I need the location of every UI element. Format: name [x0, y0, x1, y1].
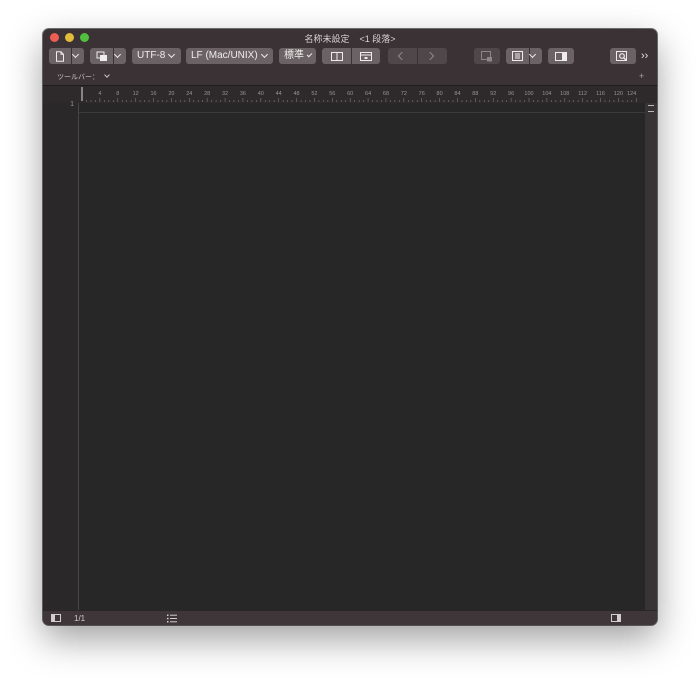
chevron-down-icon	[306, 51, 313, 57]
ruler-tick-label: 48	[293, 91, 299, 97]
line-ending-menu[interactable]: LF (Mac/UNIX)	[186, 48, 273, 64]
back-arrow-icon[interactable]	[397, 51, 407, 61]
navigator-menu[interactable]	[506, 48, 542, 64]
toolbar-label: ツールバー：	[57, 74, 99, 81]
split-pane-icon[interactable]	[360, 51, 372, 61]
layout-segmented-control	[322, 48, 380, 64]
copy-button[interactable]	[90, 48, 126, 64]
ruler-tick-label: 56	[329, 91, 335, 97]
encoding-label: UTF-8	[137, 50, 166, 61]
ruler-tick-label: 52	[311, 91, 317, 97]
current-line-highlight	[79, 103, 645, 113]
find-button[interactable]	[610, 48, 636, 64]
ruler-tick-label: 64	[365, 91, 371, 97]
ruler-tick-label: 80	[437, 91, 443, 97]
new-document-button[interactable]	[49, 48, 84, 64]
ruler-tick-label: 120	[614, 91, 623, 97]
ruler-tick-label: 28	[204, 91, 210, 97]
list-icon[interactable]	[167, 614, 177, 623]
status-bar: 1/1	[43, 610, 657, 625]
ruler-tick-label: 92	[490, 91, 496, 97]
ruler-tick-label: 68	[383, 91, 389, 97]
ruler-tick-label: 116	[596, 91, 605, 97]
toolbar: UTF-8 LF (Mac/UNIX) 標準 ››	[43, 47, 657, 69]
toolbar-overflow-button[interactable]: ››	[641, 48, 648, 64]
ruler-tick-label: 60	[347, 91, 353, 97]
encoding-menu[interactable]: UTF-8	[132, 48, 181, 64]
syntax-menu[interactable]: 標準	[279, 48, 316, 64]
ruler-tick-label: 84	[454, 91, 460, 97]
document-map-icon	[481, 50, 492, 61]
ruler-tick-label: 36	[240, 91, 246, 97]
ruler-tick-label: 88	[472, 91, 478, 97]
ruler-tick-label: 76	[419, 91, 425, 97]
ruler-tick-label: 104	[542, 91, 551, 97]
line-number-gutter: 1	[43, 101, 79, 610]
editor-area[interactable]: 1	[43, 101, 657, 610]
toolbar-customize-menu[interactable]: ツールバー：	[57, 72, 114, 82]
chevron-down-icon	[113, 50, 122, 58]
ruler-tick-label: 32	[222, 91, 228, 97]
sidebar-icon	[555, 51, 567, 61]
ruler-tick-label: 40	[258, 91, 264, 97]
copy-icon	[96, 51, 107, 61]
ruler-tick-label: 100	[524, 91, 533, 97]
ruler-tick-label: 108	[560, 91, 569, 97]
scroll-grip-icon[interactable]	[648, 105, 654, 112]
syntax-label: 標準	[284, 50, 304, 61]
ruler-tick-label: 44	[276, 91, 282, 97]
ruler-tick-label: 20	[168, 91, 174, 97]
ruler-tick-label: 8	[116, 91, 119, 97]
line-ending-label: LF (Mac/UNIX)	[191, 50, 258, 61]
find-icon	[616, 50, 627, 61]
forward-arrow-icon[interactable]	[425, 51, 435, 61]
document-map-button[interactable]	[474, 48, 500, 64]
ruler-tick-label: 112	[578, 91, 587, 97]
line-number: 1	[70, 101, 74, 108]
ruler-tick-label: 12	[133, 91, 139, 97]
editor-window: 名称未設定 <1 段落> UTF-8 LF (Mac/UNIX) 標準 ›› ツ…	[43, 29, 657, 625]
chevron-down-icon	[260, 50, 268, 58]
position-indicator: 1/1	[74, 614, 86, 623]
navigator-icon	[512, 51, 523, 61]
inspector-toggle-icon[interactable]	[611, 614, 621, 622]
vertical-scrollbar[interactable]	[645, 103, 657, 610]
ruler-tick-label: 124	[627, 91, 636, 97]
chevron-down-icon	[528, 50, 537, 58]
chevron-down-icon	[168, 50, 176, 58]
single-pane-icon[interactable]	[331, 51, 343, 61]
ruler-tick-label: 96	[508, 91, 514, 97]
title-bar: 名称未設定 <1 段落>	[43, 29, 657, 47]
document-icon	[56, 50, 64, 62]
ruler: 4 8 12 16 20 24 28 32 36 40 44 48 52 56 60 64 68 72 76 80 84…	[43, 85, 657, 104]
window-title: 名称未設定 <1 段落>	[304, 34, 396, 44]
ruler-scale: 4 8 12 16 20 24 28 32 36 40 44 48 52 56 60 64 68 72 76 80 84…	[81, 87, 637, 102]
ruler-tick-label: 72	[401, 91, 407, 97]
ruler-tick-label: 24	[186, 91, 192, 97]
chevron-down-icon	[104, 72, 110, 78]
status-toggle-icon[interactable]	[51, 614, 61, 622]
ruler-tick-label: 4	[98, 91, 101, 97]
add-item-button[interactable]: +	[639, 71, 644, 81]
chevron-down-icon	[71, 50, 80, 58]
ruler-tick-label: 16	[150, 91, 156, 97]
navigation-control	[388, 48, 447, 64]
sidebar-toggle-button[interactable]	[548, 48, 574, 64]
toolbar-label-row: ツールバー： +	[43, 69, 657, 85]
